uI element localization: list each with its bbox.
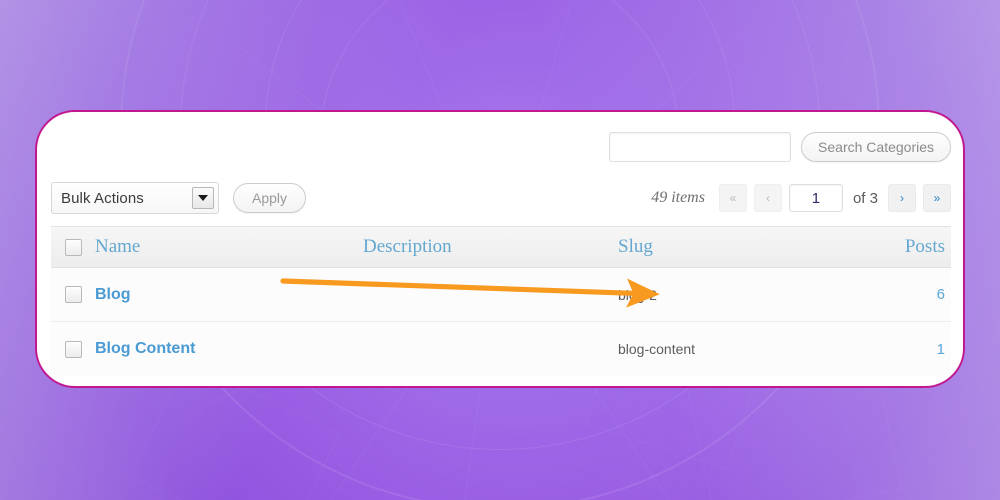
search-input[interactable] (609, 132, 792, 162)
select-all-checkbox[interactable] (64, 238, 82, 256)
table-row[interactable]: Blog blog-2 6 (51, 268, 951, 322)
apply-button[interactable]: Apply (233, 183, 307, 213)
category-posts-count[interactable]: 6 (867, 286, 951, 303)
items-count-label: 49 items (651, 189, 705, 206)
category-name-link[interactable]: Blog (95, 286, 363, 304)
column-header-slug[interactable]: Slug (618, 236, 867, 258)
categories-table: Name Description Slug Posts Blog blog-2 … (51, 226, 951, 376)
search-row: Search Categories (609, 132, 951, 162)
table-controls-row: Bulk Actions Apply 49 items « ‹ of 3 › » (51, 182, 951, 214)
row-checkbox[interactable] (64, 340, 82, 358)
row-checkbox-cell[interactable] (51, 340, 95, 358)
pagination: 49 items « ‹ of 3 › » (651, 184, 951, 212)
category-posts-count[interactable]: 1 (867, 341, 951, 358)
first-page-button[interactable]: « (718, 184, 747, 212)
row-checkbox[interactable] (64, 286, 82, 303)
column-header-name[interactable]: Name (95, 236, 363, 258)
total-pages-label: of 3 (852, 189, 878, 207)
category-slug: blog-content (618, 341, 696, 357)
table-header-row: Name Description Slug Posts (51, 226, 951, 268)
next-page-button[interactable]: › (888, 184, 916, 212)
bulk-actions-select[interactable]: Bulk Actions (51, 182, 219, 214)
previous-page-button[interactable]: ‹ (753, 184, 782, 212)
category-slug: blog-2 (618, 286, 657, 303)
table-row[interactable]: Blog Content blog-content 1 (51, 322, 951, 376)
row-checkbox-cell[interactable] (51, 286, 95, 303)
select-all-checkbox-cell[interactable] (51, 238, 95, 256)
search-categories-button[interactable]: Search Categories (801, 132, 951, 162)
column-header-description[interactable]: Description (363, 236, 618, 258)
bulk-actions-selected-value: Bulk Actions (61, 189, 144, 207)
categories-panel: Search Categories Bulk Actions Apply 49 … (35, 110, 965, 388)
category-name-link[interactable]: Blog Content (95, 340, 363, 358)
current-page-input[interactable] (788, 184, 843, 212)
column-header-posts[interactable]: Posts (867, 236, 951, 258)
last-page-button[interactable]: » (923, 184, 951, 212)
chevron-down-icon[interactable] (192, 187, 214, 209)
